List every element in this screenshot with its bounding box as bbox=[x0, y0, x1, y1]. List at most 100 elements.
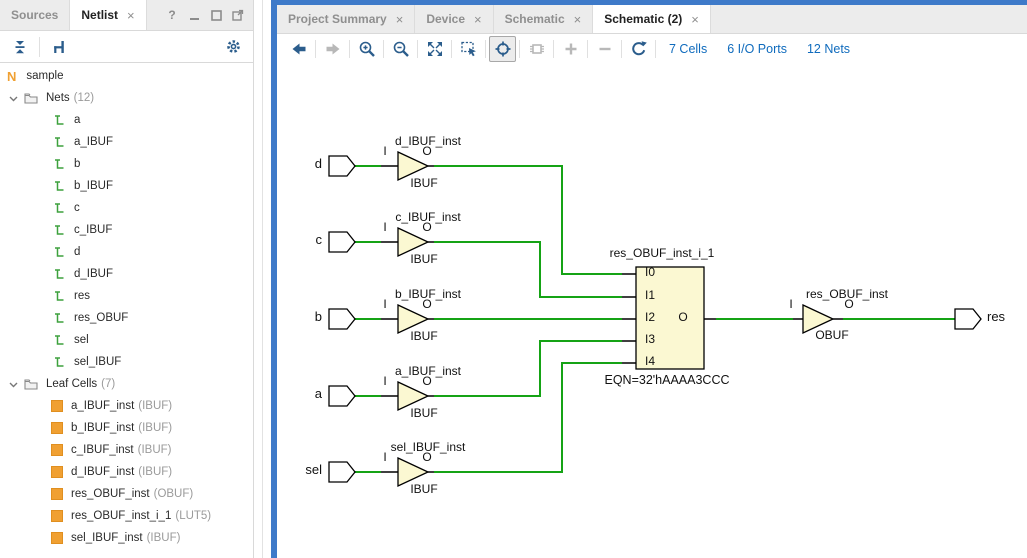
tree-net-item[interactable]: c bbox=[0, 197, 253, 219]
tree-root-sample[interactable]: N sample bbox=[0, 65, 253, 87]
folder-icon bbox=[24, 378, 38, 390]
lut-pin-label: I1 bbox=[645, 289, 671, 303]
tree-net-item[interactable]: b_IBUF bbox=[0, 175, 253, 197]
right-tabbar: Project Summary × Device × Schematic × S… bbox=[277, 5, 1027, 34]
cell-type-label: IBUF bbox=[394, 483, 454, 497]
pin-label-i: I bbox=[375, 145, 395, 159]
zoom-fit-icon[interactable] bbox=[421, 36, 448, 62]
output-port-res[interactable] bbox=[955, 309, 981, 329]
tree-group-nets[interactable]: Nets (12) bbox=[0, 87, 253, 109]
pin-label-o: O bbox=[417, 451, 437, 465]
close-icon[interactable]: × bbox=[396, 12, 404, 27]
net-icon bbox=[52, 268, 66, 281]
input-port-b[interactable] bbox=[329, 309, 355, 329]
close-icon[interactable]: × bbox=[691, 12, 699, 27]
zoom-to-selection-icon[interactable] bbox=[455, 36, 482, 62]
chevron-down-icon[interactable] bbox=[9, 380, 18, 389]
close-icon[interactable]: × bbox=[474, 12, 482, 27]
cell-icon bbox=[51, 400, 63, 412]
tree-net-item[interactable]: a bbox=[0, 109, 253, 131]
tree-group-count: (12) bbox=[74, 92, 94, 104]
netlist-panel: Sources Netlist × ? bbox=[0, 0, 254, 558]
pin-label-o: O bbox=[417, 298, 437, 312]
tree-net-item[interactable]: d_IBUF bbox=[0, 263, 253, 285]
lut-pin-label: I0 bbox=[645, 266, 671, 280]
tab-device[interactable]: Device × bbox=[415, 5, 493, 33]
tree-cell-item[interactable]: d_IBUF_inst(IBUF) bbox=[0, 461, 253, 483]
pin-label-i: I bbox=[781, 298, 801, 312]
lut-pin-label: I3 bbox=[645, 333, 671, 347]
tree-group-label: Leaf Cells bbox=[46, 378, 97, 390]
tree-cell-item[interactable]: c_IBUF_inst(IBUF) bbox=[0, 439, 253, 461]
close-icon[interactable]: × bbox=[574, 12, 582, 27]
net-icon bbox=[52, 202, 66, 215]
pin-label-i: I bbox=[375, 298, 395, 312]
remove-from-schematic-icon[interactable] bbox=[591, 36, 618, 62]
tree-net-item[interactable]: c_IBUF bbox=[0, 219, 253, 241]
tree-net-item[interactable]: sel bbox=[0, 329, 253, 351]
input-port-c[interactable] bbox=[329, 232, 355, 252]
minimize-icon[interactable] bbox=[188, 9, 200, 21]
tree-net-item[interactable]: res bbox=[0, 285, 253, 307]
netlist-n-icon: N bbox=[7, 69, 16, 84]
float-icon[interactable] bbox=[232, 9, 244, 21]
vivado-window: Sources Netlist × ? bbox=[0, 0, 1027, 558]
cells-link[interactable]: 7 Cells bbox=[669, 42, 707, 56]
lut-eqn-label: EQN=32'hAAAA3CCC bbox=[582, 373, 752, 387]
tab-schematic[interactable]: Schematic × bbox=[494, 5, 594, 33]
port-label: d bbox=[277, 157, 322, 172]
collapse-all-icon[interactable] bbox=[9, 36, 31, 58]
tree-net-item[interactable]: a_IBUF bbox=[0, 131, 253, 153]
zoom-in-icon[interactable] bbox=[353, 36, 380, 62]
settings-gear-icon[interactable] bbox=[222, 36, 244, 58]
tree-net-item[interactable]: res_OBUF bbox=[0, 307, 253, 329]
lut-pin-label: I2 bbox=[645, 311, 671, 325]
back-icon[interactable] bbox=[285, 36, 312, 62]
nets-link[interactable]: 12 Nets bbox=[807, 42, 850, 56]
tab-netlist[interactable]: Netlist × bbox=[70, 0, 146, 30]
net-icon bbox=[52, 290, 66, 303]
show-connectivity-icon[interactable] bbox=[523, 36, 550, 62]
panel-splitter[interactable] bbox=[262, 0, 263, 558]
cell-icon bbox=[51, 444, 63, 456]
add-to-schematic-icon[interactable] bbox=[557, 36, 584, 62]
pin-label-i: I bbox=[375, 375, 395, 389]
help-icon[interactable]: ? bbox=[166, 9, 178, 21]
cell-icon bbox=[51, 422, 63, 434]
cell-type-label: IBUF bbox=[394, 177, 454, 191]
tree-net-item[interactable]: d bbox=[0, 241, 253, 263]
port-label: b bbox=[277, 310, 322, 325]
tree-cell-item[interactable]: res_OBUF_inst(OBUF) bbox=[0, 483, 253, 505]
input-port-sel[interactable] bbox=[329, 462, 355, 482]
forward-icon[interactable] bbox=[319, 36, 346, 62]
tab-sources[interactable]: Sources bbox=[0, 0, 70, 30]
show-hierarchy-icon[interactable] bbox=[48, 36, 70, 58]
input-port-d[interactable] bbox=[329, 156, 355, 176]
tab-sources-label: Sources bbox=[11, 8, 58, 22]
tree-cell-item[interactable]: res_OBUF_inst_i_1(LUT5) bbox=[0, 505, 253, 527]
tree-cell-item[interactable]: sel_IBUF_inst(IBUF) bbox=[0, 527, 253, 549]
autofit-selection-icon[interactable] bbox=[489, 36, 516, 62]
cell-type-label: IBUF bbox=[394, 253, 454, 267]
regenerate-layout-icon[interactable] bbox=[625, 36, 652, 62]
input-port-a[interactable] bbox=[329, 386, 355, 406]
port-label-res: res bbox=[987, 310, 1027, 325]
tab-project-summary[interactable]: Project Summary × bbox=[277, 5, 415, 33]
tree-group-leaf-cells[interactable]: Leaf Cells (7) bbox=[0, 373, 253, 395]
chevron-down-icon[interactable] bbox=[9, 94, 18, 103]
tree-cell-item[interactable]: b_IBUF_inst(IBUF) bbox=[0, 417, 253, 439]
net-icon bbox=[52, 180, 66, 193]
tree-cell-item[interactable]: a_IBUF_inst(IBUF) bbox=[0, 395, 253, 417]
pin-label-o: O bbox=[839, 298, 859, 312]
tab-schematic-2[interactable]: Schematic (2) × bbox=[593, 5, 711, 33]
close-icon[interactable]: × bbox=[127, 8, 135, 23]
tree-net-item[interactable]: b bbox=[0, 153, 253, 175]
net-icon bbox=[52, 334, 66, 347]
tree-net-item[interactable]: sel_IBUF bbox=[0, 351, 253, 373]
zoom-out-icon[interactable] bbox=[387, 36, 414, 62]
cell-icon bbox=[51, 510, 63, 522]
maximize-icon[interactable] bbox=[210, 9, 222, 21]
io-ports-link[interactable]: 6 I/O Ports bbox=[727, 42, 787, 56]
lut-out-pin-label: O bbox=[673, 311, 693, 325]
schematic-canvas[interactable]: d d_IBUF_inst I O IBUF c c_IBUF_inst I O… bbox=[277, 62, 1027, 558]
